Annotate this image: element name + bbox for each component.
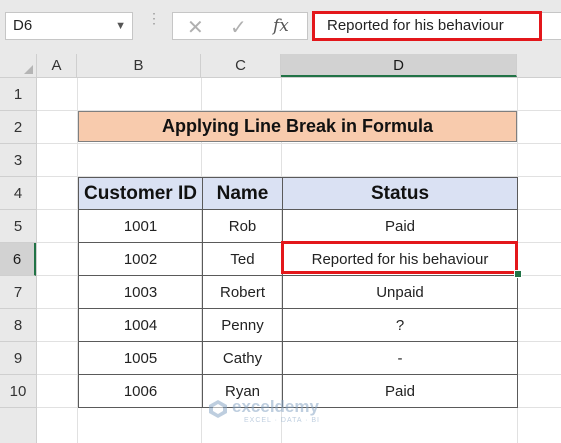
cell-customer-id[interactable]: 1006 xyxy=(78,374,203,408)
cell-customer-id[interactable]: 1003 xyxy=(78,275,203,309)
cell-name[interactable]: Rob xyxy=(202,209,283,243)
table-row: 1003 Robert Unpaid xyxy=(78,275,518,309)
table-header-row: Customer ID Name Status xyxy=(78,177,518,210)
exceldemy-logo-icon xyxy=(209,400,227,418)
cell-status[interactable]: Paid xyxy=(282,209,518,243)
column-header-bar: A B C D xyxy=(0,54,561,78)
cancel-icon[interactable]: ✕ xyxy=(187,15,204,40)
cell-customer-id[interactable]: 1005 xyxy=(78,341,203,375)
cell-name[interactable]: Ted xyxy=(202,242,283,276)
row-header-10[interactable]: 10 xyxy=(0,375,36,408)
name-box[interactable]: D6 ▼ xyxy=(5,12,133,40)
select-all-icon xyxy=(24,65,33,74)
header-name[interactable]: Name xyxy=(202,177,283,210)
table-row: 1004 Penny ? xyxy=(78,308,518,342)
select-all-button[interactable] xyxy=(0,54,37,77)
row-header-1[interactable]: 1 xyxy=(0,78,36,111)
cell-status[interactable]: - xyxy=(282,341,518,375)
watermark: exceldemy EXCEL · DATA · BI xyxy=(208,397,358,427)
watermark-brand: exceldemy xyxy=(232,397,319,416)
active-cell-highlight xyxy=(281,241,518,274)
chevron-down-icon[interactable]: ▼ xyxy=(115,13,126,39)
formula-input[interactable]: Reported for his behaviour xyxy=(312,11,542,41)
table-row: 1001 Rob Paid xyxy=(78,209,518,243)
row-header-7[interactable]: 7 xyxy=(0,276,36,309)
cell-name[interactable]: Cathy xyxy=(202,341,283,375)
formula-bar-expand[interactable] xyxy=(542,12,561,40)
cell-name[interactable]: Penny xyxy=(202,308,283,342)
formula-bar: D6 ▼ ⋮ ✕ ✓ fx Reported for his behaviour xyxy=(0,0,561,54)
row-header-5[interactable]: 5 xyxy=(0,210,36,243)
cell-status[interactable]: ? xyxy=(282,308,518,342)
watermark-tagline: EXCEL · DATA · BI xyxy=(244,417,320,424)
fill-handle[interactable] xyxy=(514,270,522,278)
sheet-title-cell[interactable]: Applying Line Break in Formula xyxy=(78,111,517,142)
data-table: Customer ID Name Status 1001 Rob Paid 10… xyxy=(78,177,518,408)
row-header-8[interactable]: 8 xyxy=(0,309,36,342)
column-header-c[interactable]: C xyxy=(201,54,281,77)
row-header-6[interactable]: 6 xyxy=(0,243,36,276)
row-header-9[interactable]: 9 xyxy=(0,342,36,375)
name-box-value: D6 xyxy=(13,17,33,34)
row-header-3[interactable]: 3 xyxy=(0,144,36,177)
header-status[interactable]: Status xyxy=(282,177,518,210)
table-row: 1005 Cathy - xyxy=(78,341,518,375)
enter-icon[interactable]: ✓ xyxy=(230,15,247,40)
drag-handle-icon[interactable]: ⋮ xyxy=(147,11,161,25)
cell-name[interactable]: Robert xyxy=(202,275,283,309)
formula-buttons: ✕ ✓ fx xyxy=(172,12,308,40)
header-customer-id[interactable]: Customer ID xyxy=(78,177,203,210)
row-header-4[interactable]: 4 xyxy=(0,177,36,210)
column-header-d[interactable]: D xyxy=(281,54,517,77)
cell-customer-id[interactable]: 1001 xyxy=(78,209,203,243)
row-header-bar: 1 2 3 4 5 6 7 8 9 10 xyxy=(0,78,37,443)
column-header-b[interactable]: B xyxy=(77,54,201,77)
cell-customer-id[interactable]: 1004 xyxy=(78,308,203,342)
row-header-2[interactable]: 2 xyxy=(0,111,36,144)
cell-customer-id[interactable]: 1002 xyxy=(78,242,203,276)
insert-function-icon[interactable]: fx xyxy=(273,16,289,36)
gridline xyxy=(37,143,561,144)
column-header-a[interactable]: A xyxy=(37,54,77,77)
cell-status[interactable]: Unpaid xyxy=(282,275,518,309)
